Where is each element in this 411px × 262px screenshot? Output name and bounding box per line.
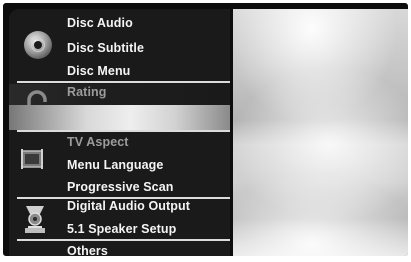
preview-panel <box>233 9 408 256</box>
setup-screen: Disc Audio Disc Subtitle Disc Menu Ratin… <box>3 3 408 256</box>
menu-item-tv-aspect[interactable]: TV Aspect <box>67 135 129 149</box>
menu-item-disc-audio[interactable]: Disc Audio <box>67 16 133 30</box>
menu-item-disc-menu[interactable]: Disc Menu <box>67 64 130 78</box>
menu-item-rating[interactable]: Rating <box>67 85 107 99</box>
menu-separator <box>17 239 230 241</box>
menu-item-digital-audio-output[interactable]: Digital Audio Output <box>67 199 190 213</box>
menu-item-speaker-setup[interactable]: 5.1 Speaker Setup <box>67 222 176 236</box>
disc-icon <box>18 25 58 65</box>
menu-separator <box>17 81 230 83</box>
setup-menu: Disc Audio Disc Subtitle Disc Menu Ratin… <box>9 9 230 256</box>
tv-icon <box>18 141 58 181</box>
menu-item-disc-subtitle[interactable]: Disc Subtitle <box>67 41 144 55</box>
menu-item-password[interactable] <box>9 105 230 130</box>
menu-item-progressive-scan[interactable]: Progressive Scan <box>67 180 174 194</box>
menu-item-others[interactable]: Others <box>67 244 108 256</box>
menu-separator <box>17 130 230 132</box>
speaker-icon <box>18 200 58 240</box>
menu-group-disc: Disc Audio Disc Subtitle Disc Menu <box>9 9 230 81</box>
menu-item-menu-language[interactable]: Menu Language <box>67 158 163 172</box>
